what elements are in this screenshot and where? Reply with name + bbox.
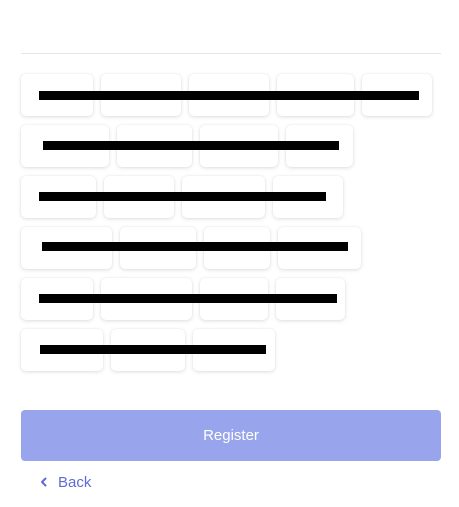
back-label: Back (58, 473, 92, 491)
redaction-bar (39, 192, 326, 201)
redaction-bar (43, 141, 339, 150)
redaction-bar (40, 345, 266, 354)
mnemonic-word-grid (0, 0, 459, 400)
redaction-bar (42, 242, 348, 251)
chevron-left-icon (39, 474, 49, 491)
redaction-bar (39, 91, 419, 100)
redaction-bar (39, 294, 337, 303)
register-button[interactable]: Register (21, 410, 441, 461)
back-link[interactable]: Back (39, 472, 91, 492)
